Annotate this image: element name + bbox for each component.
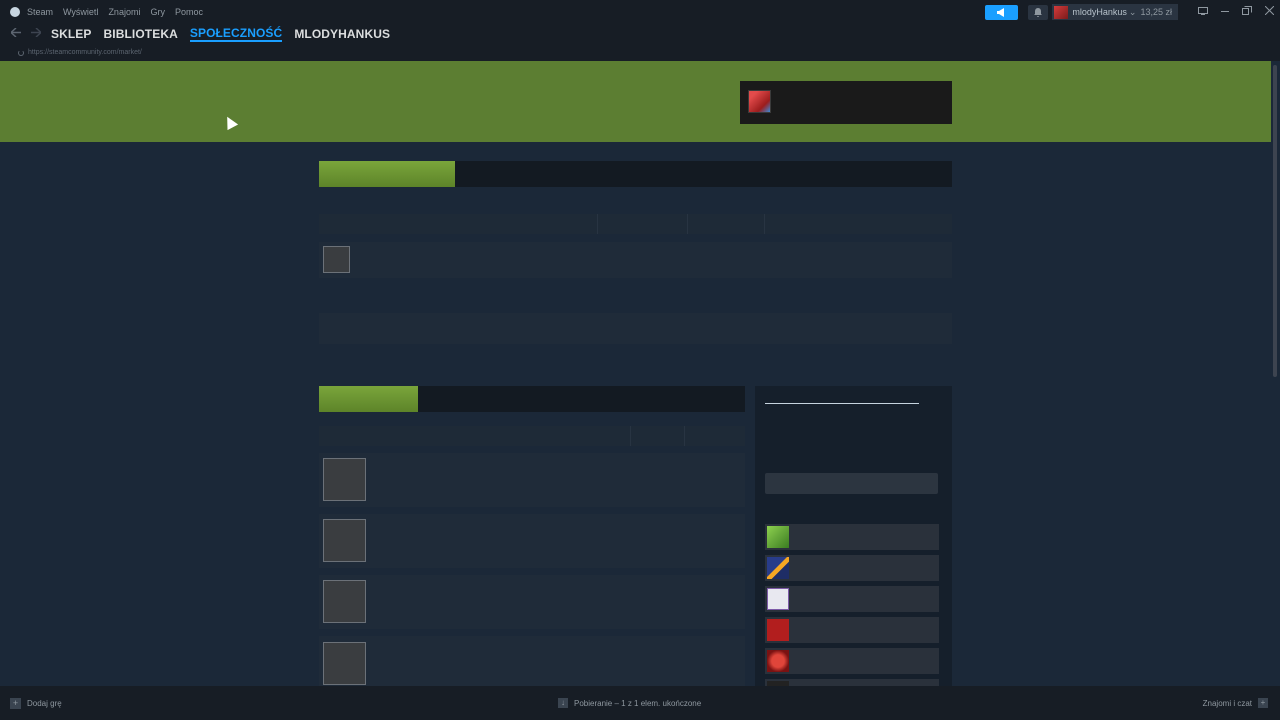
- popular-items-tabbar: [319, 386, 745, 412]
- nav-store[interactable]: SKLEP: [51, 27, 92, 41]
- big-picture-icon[interactable]: [1192, 6, 1214, 18]
- steam-logo-icon: [10, 7, 20, 17]
- downloads-status[interactable]: ↓ Pobieranie – 1 z 1 elem. ukończone: [558, 698, 701, 708]
- my-listings-tabbar: [319, 161, 952, 187]
- bell-icon[interactable]: [1028, 4, 1049, 20]
- plus-icon: +: [10, 698, 21, 709]
- menu-help[interactable]: Pomoc: [170, 7, 208, 17]
- tab-popular[interactable]: [319, 386, 418, 412]
- url-text[interactable]: https://steamcommunity.com/market/: [28, 49, 142, 56]
- item-thumbnail: [323, 580, 366, 623]
- game-icon-red-dota: [767, 619, 789, 641]
- friends-chat-button[interactable]: Znajomi i czat +: [1203, 698, 1268, 708]
- scrollbar-thumb[interactable]: [1273, 65, 1277, 377]
- friends-label: Znajomi i czat: [1202, 698, 1252, 708]
- column-divider: [630, 426, 631, 446]
- game-icon-green: [767, 526, 789, 548]
- column-divider: [684, 426, 685, 446]
- sidebar-divider: [765, 403, 919, 404]
- table-row[interactable]: [319, 514, 745, 568]
- table-row[interactable]: [319, 313, 952, 344]
- game-icon-blue-orange: [767, 557, 789, 579]
- downloads-label: Pobieranie – 1 z 1 elem. ukończone: [574, 698, 702, 708]
- user-wallet-box[interactable]: [740, 81, 952, 124]
- sidebar-game-item[interactable]: [765, 524, 939, 550]
- account-name: mlodyHankus: [1072, 7, 1127, 17]
- nav-library[interactable]: BIBLIOTEKA: [104, 27, 178, 41]
- sidebar-game-item[interactable]: [765, 586, 939, 612]
- column-divider: [764, 214, 765, 234]
- top-right-controls: mlodyHankus ⌄ 13,25 zł: [985, 0, 1280, 24]
- account-menu[interactable]: mlodyHankus ⌄ 13,25 zł: [1052, 4, 1178, 20]
- url-bar: https://steamcommunity.com/market/: [0, 44, 1280, 61]
- download-icon: ↓: [558, 698, 568, 708]
- restore-icon[interactable]: [1236, 6, 1258, 18]
- close-icon[interactable]: [1258, 5, 1280, 18]
- nav-profile[interactable]: MLODYHANKUS: [294, 27, 390, 41]
- sidebar-game-item[interactable]: [765, 648, 939, 674]
- add-game-label: Dodaj grę: [27, 699, 62, 708]
- menu-games[interactable]: Gry: [145, 7, 170, 17]
- status-bar: + Dodaj grę ↓ Pobieranie – 1 z 1 elem. u…: [0, 686, 1280, 720]
- listings-header-row: [319, 214, 952, 234]
- avatar: [1054, 5, 1069, 19]
- menubar: Steam Wyświetl Znajomi Gry Pomoc mlodyHa…: [0, 0, 1280, 24]
- chat-icon: +: [1258, 698, 1268, 708]
- popular-header-row: [319, 426, 745, 446]
- market-banner: [0, 61, 1271, 142]
- loading-spinner-icon: [18, 49, 24, 56]
- table-row[interactable]: [319, 453, 745, 507]
- search-input[interactable]: [765, 473, 938, 494]
- navbar: SKLEP BIBLIOTEKA SPOŁECZNOŚĆ MLODYHANKUS: [0, 24, 1280, 44]
- megaphone-icon[interactable]: [985, 4, 1019, 20]
- minimize-icon[interactable]: [1214, 7, 1236, 18]
- item-thumbnail: [323, 246, 350, 273]
- sidebar-game-item[interactable]: [765, 617, 939, 643]
- tab-my-listings[interactable]: [319, 161, 455, 187]
- wallet-balance: 13,25 zł: [1140, 7, 1172, 17]
- item-thumbnail: [323, 519, 366, 562]
- arrow-right-icon[interactable]: [26, 27, 46, 40]
- add-game-button[interactable]: + Dodaj grę: [10, 698, 62, 709]
- scrollbar[interactable]: [1271, 61, 1280, 686]
- game-icon-white: [767, 588, 789, 610]
- sidebar-panel: [755, 386, 952, 686]
- column-divider: [687, 214, 688, 234]
- column-divider: [597, 214, 598, 234]
- chevron-down-icon: ⌄: [1128, 6, 1137, 17]
- table-row[interactable]: [319, 242, 952, 278]
- game-icon-red-logo: [767, 650, 789, 672]
- sidebar-game-item[interactable]: [765, 679, 939, 686]
- menu-friends[interactable]: Znajomi: [103, 7, 145, 17]
- arrow-left-icon[interactable]: [6, 27, 26, 40]
- item-thumbnail: [323, 458, 366, 501]
- avatar: [748, 90, 771, 113]
- item-thumbnail: [323, 642, 366, 685]
- sidebar-game-item[interactable]: [765, 555, 939, 581]
- table-row[interactable]: [319, 575, 745, 629]
- table-row[interactable]: [319, 636, 745, 686]
- menu-steam[interactable]: Steam: [22, 7, 58, 17]
- nav-community[interactable]: SPOŁECZNOŚĆ: [189, 26, 283, 42]
- menu-view[interactable]: Wyświetl: [58, 7, 103, 17]
